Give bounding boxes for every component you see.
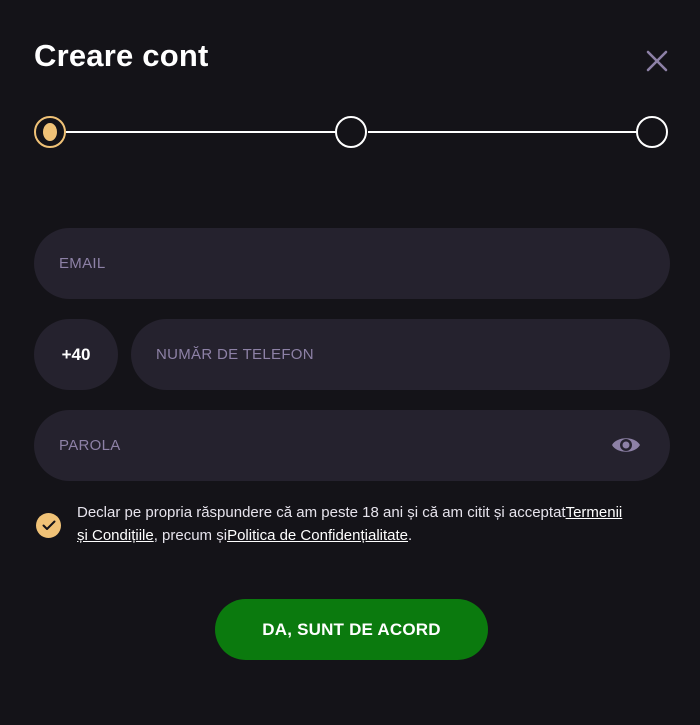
phone-input[interactable] [156, 319, 670, 390]
step-1-indicator [34, 116, 66, 148]
phone-prefix[interactable]: +40 [34, 319, 118, 390]
consent-text-middle: , precum și [153, 527, 228, 544]
consent-checkbox[interactable] [36, 513, 61, 538]
step-connector-2 [368, 131, 637, 133]
eye-icon [612, 438, 640, 452]
email-input[interactable] [59, 228, 670, 299]
toggle-password-visibility-button[interactable] [610, 433, 642, 457]
step-2-indicator [335, 116, 367, 148]
phone-prefix-value: +40 [61, 344, 91, 364]
step-3-indicator [636, 116, 668, 148]
agree-submit-button[interactable]: DA, SUNT DE ACORD [215, 599, 488, 660]
privacy-policy-link[interactable]: Politica de Confidențialitate [227, 527, 408, 544]
password-input[interactable] [59, 410, 600, 481]
check-icon [42, 520, 55, 530]
email-field-container [34, 228, 670, 299]
phone-field-container [131, 319, 670, 390]
password-field-container [34, 410, 670, 481]
consent-text-after: . [408, 527, 413, 544]
progress-stepper [0, 0, 700, 200]
consent-text-before: Declar pe propria răspundere că am peste… [77, 504, 566, 521]
create-account-modal: Creare cont +40 [0, 0, 700, 725]
consent-text: Declar pe propria răspundere că am peste… [77, 501, 637, 547]
step-connector-1 [66, 131, 336, 133]
